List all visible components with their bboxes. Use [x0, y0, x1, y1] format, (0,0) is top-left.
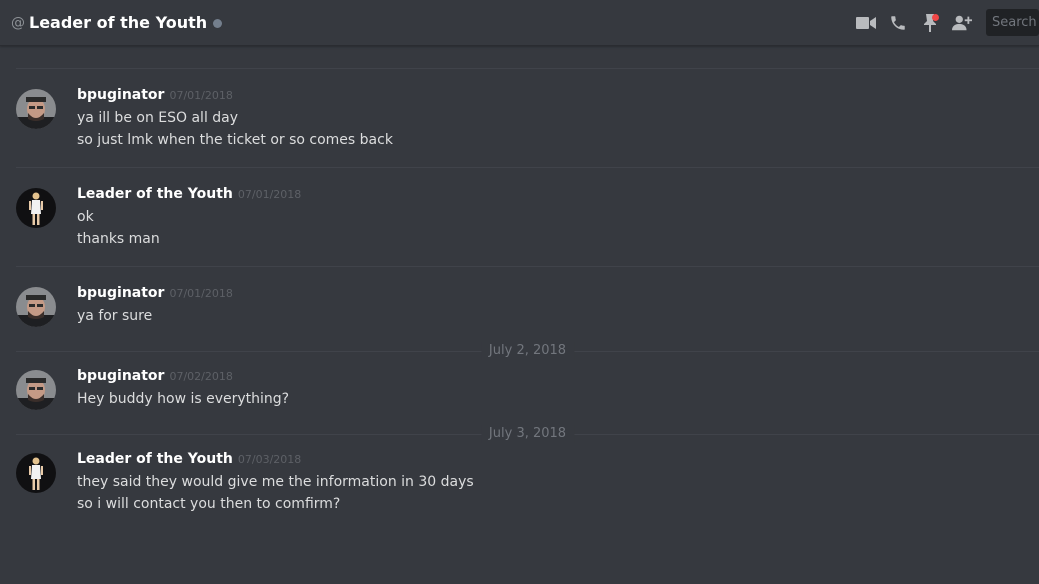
message-text: Hey buddy how is everything? [77, 391, 290, 407]
status-indicator [213, 18, 223, 28]
avatar[interactable] [16, 89, 56, 129]
message-group: bpuginator 07/02/2018 Hey buddy how is e… [0, 352, 1039, 426]
message-timestamp: 07/01/2018 [169, 287, 233, 300]
message-text: ok [77, 209, 94, 225]
avatar[interactable] [16, 287, 56, 327]
header-toolbar: Search [844, 9, 1039, 36]
message-text: ya ill be on ESO all day [77, 110, 239, 126]
phone-call-icon[interactable] [888, 13, 908, 33]
message-author[interactable]: bpuginator [77, 285, 164, 301]
message-group: Leader of the Youth 07/03/2018 they said… [0, 435, 1039, 531]
channel-header: @ Leader of the Youth Search [0, 0, 1039, 46]
pin-icon[interactable] [920, 13, 940, 33]
message-text: they said they would give me the informa… [77, 474, 474, 490]
message-text: so just lmk when the ticket or so comes … [77, 132, 393, 148]
channel-title: Leader of the Youth [29, 13, 208, 32]
message-text: ya for sure [77, 308, 153, 324]
search-input[interactable]: Search [986, 9, 1039, 36]
message-text: so i will contact you then to comfirm? [77, 496, 341, 512]
message-author[interactable]: Leader of the Youth [77, 451, 233, 467]
message-author[interactable]: bpuginator [77, 368, 164, 384]
message-group: bpuginator 07/01/2018 ya for sure [0, 267, 1039, 343]
message-text: thanks man [77, 231, 160, 247]
avatar[interactable] [16, 453, 56, 493]
at-icon: @ [11, 14, 25, 31]
message-timestamp: 07/01/2018 [169, 89, 233, 102]
video-call-icon[interactable] [856, 13, 876, 33]
message-timestamp: 07/03/2018 [237, 453, 302, 466]
message-author[interactable]: bpuginator [77, 87, 164, 103]
add-friend-icon[interactable] [952, 13, 972, 33]
message-author[interactable]: Leader of the Youth [77, 186, 233, 202]
message-timestamp: 07/02/2018 [169, 370, 233, 383]
avatar[interactable] [16, 370, 56, 410]
avatar[interactable] [16, 188, 56, 228]
notification-badge [932, 13, 939, 21]
message-timestamp: 07/01/2018 [237, 188, 302, 201]
message-group: bpuginator 07/01/2018 ya ill be on ESO a… [0, 69, 1039, 167]
message-list: bpuginator 07/01/2018 ya ill be on ESO a… [0, 46, 1039, 531]
message-group: Leader of the Youth 07/01/2018 ok thanks… [0, 168, 1039, 266]
